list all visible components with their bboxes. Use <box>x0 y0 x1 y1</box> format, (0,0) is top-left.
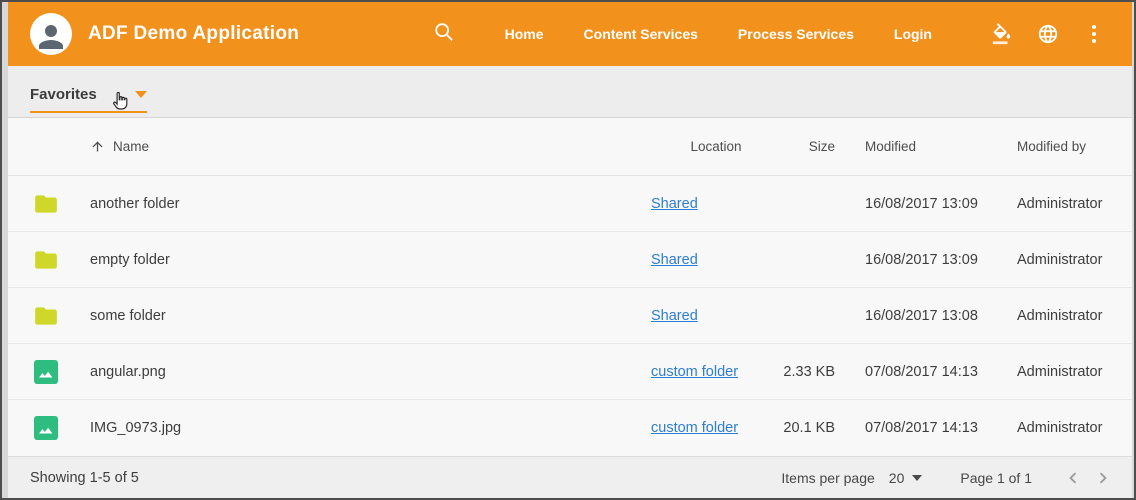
file-size: 2.33 KB <box>781 364 865 380</box>
format-color-fill-icon[interactable] <box>990 20 1014 48</box>
next-page-button[interactable] <box>1088 463 1118 493</box>
chevron-down-icon <box>912 475 922 481</box>
nav-item-process-services[interactable]: Process Services <box>718 26 874 42</box>
column-header-name[interactable]: Name <box>90 139 651 154</box>
file-name: some folder <box>90 308 651 324</box>
kebab-menu-icon[interactable] <box>1082 20 1106 48</box>
header-actions <box>968 20 1106 48</box>
file-name: IMG_0973.jpg <box>90 420 651 436</box>
search-icon[interactable] <box>433 21 459 47</box>
modified-date: 16/08/2017 13:09 <box>865 196 1017 212</box>
view-selector-bar: Favorites <box>8 66 1132 118</box>
table-row[interactable]: IMG_0973.jpg custom folder 20.1 KB 07/08… <box>8 400 1132 456</box>
language-globe-icon[interactable] <box>1036 20 1060 48</box>
nav-item-content-services[interactable]: Content Services <box>564 26 718 42</box>
column-header-size[interactable]: Size <box>781 139 865 154</box>
page-indicator: Page 1 of 1 <box>960 470 1032 486</box>
modified-by: Administrator <box>1017 420 1132 436</box>
table-row[interactable]: angular.png custom folder 2.33 KB 07/08/… <box>8 344 1132 400</box>
main-nav: Home Content Services Process Services L… <box>485 26 952 42</box>
person-icon <box>33 19 69 55</box>
items-per-page-label: Items per page <box>781 470 874 486</box>
modified-by: Administrator <box>1017 196 1132 212</box>
modified-date: 07/08/2017 14:13 <box>865 420 1017 436</box>
items-per-page-value: 20 <box>889 470 905 486</box>
chevron-left-icon <box>1062 467 1084 489</box>
location-link[interactable]: custom folder <box>651 364 738 380</box>
view-selector-dropdown[interactable]: Favorites <box>30 86 147 113</box>
sort-ascending-icon <box>90 139 105 154</box>
chevron-down-icon <box>135 91 147 98</box>
column-header-location[interactable]: Location <box>651 139 781 154</box>
app-window: ADF Demo Application Home Content Servic… <box>0 0 1136 500</box>
modified-by: Administrator <box>1017 308 1132 324</box>
nav-item-home[interactable]: Home <box>485 26 564 42</box>
location-link[interactable]: Shared <box>651 196 698 212</box>
table-header-row: Name Location Size Modified Modified by <box>8 118 1132 176</box>
table-row[interactable]: empty folder Shared 16/08/2017 13:09 Adm… <box>8 232 1132 288</box>
current-view-label: Favorites <box>30 86 97 103</box>
avatar[interactable] <box>30 13 72 55</box>
app-header: ADF Demo Application Home Content Servic… <box>8 2 1132 66</box>
modified-date: 07/08/2017 14:13 <box>865 364 1017 380</box>
modified-by: Administrator <box>1017 252 1132 268</box>
image-icon <box>33 359 90 385</box>
chevron-right-icon <box>1092 467 1114 489</box>
file-name: another folder <box>90 196 651 212</box>
modified-date: 16/08/2017 13:08 <box>865 308 1017 324</box>
column-header-modified[interactable]: Modified <box>865 139 1017 154</box>
modified-by: Administrator <box>1017 364 1132 380</box>
modified-date: 16/08/2017 13:09 <box>865 252 1017 268</box>
page: ADF Demo Application Home Content Servic… <box>8 2 1132 498</box>
file-size: 20.1 KB <box>781 420 865 436</box>
document-list: Name Location Size Modified Modified by … <box>8 118 1132 456</box>
location-link[interactable]: Shared <box>651 308 698 324</box>
items-per-page-select[interactable]: 20 <box>889 470 923 486</box>
table-row[interactable]: some folder Shared 16/08/2017 13:08 Admi… <box>8 288 1132 344</box>
table-row[interactable]: another folder Shared 16/08/2017 13:09 A… <box>8 176 1132 232</box>
file-name: angular.png <box>90 364 651 380</box>
pagination-bar: Showing 1-5 of 5 Items per page 20 Page … <box>8 456 1132 498</box>
file-name: empty folder <box>90 252 651 268</box>
image-icon <box>33 415 90 441</box>
nav-item-login[interactable]: Login <box>874 26 952 42</box>
location-link[interactable]: Shared <box>651 252 698 268</box>
app-title: ADF Demo Application <box>88 23 299 45</box>
folder-icon <box>33 191 90 217</box>
location-link[interactable]: custom folder <box>651 420 738 436</box>
column-header-modified-by[interactable]: Modified by <box>1017 139 1132 154</box>
folder-icon <box>33 247 90 273</box>
showing-range-label: Showing 1-5 of 5 <box>30 470 139 486</box>
previous-page-button[interactable] <box>1058 463 1088 493</box>
folder-icon <box>33 303 90 329</box>
